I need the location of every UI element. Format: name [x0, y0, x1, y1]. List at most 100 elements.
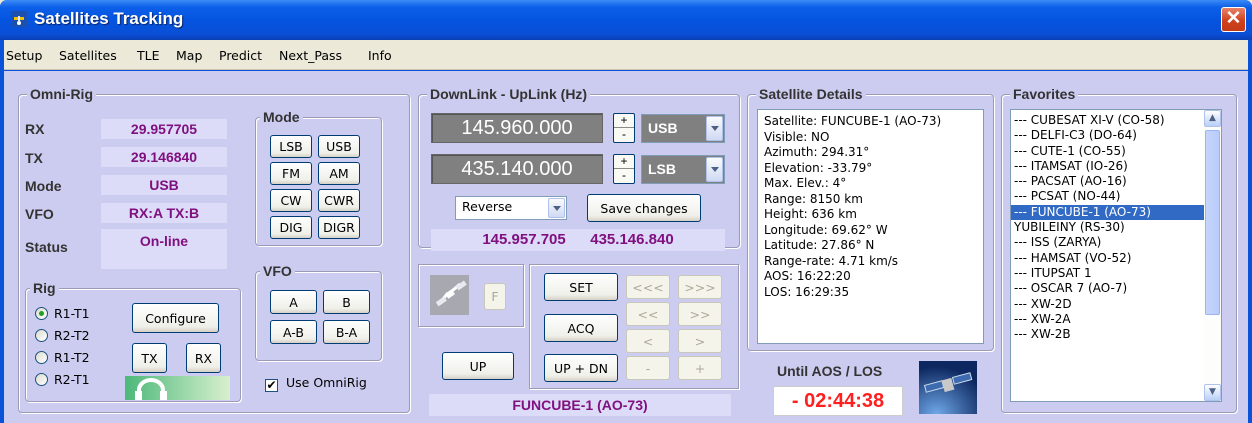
favorites-list-item[interactable]: --- ITAMSAT (IO-26) — [1011, 159, 1221, 174]
configure-button[interactable]: Configure — [132, 303, 219, 333]
vfo-b-button[interactable]: B — [323, 290, 370, 314]
favorites-list[interactable]: --- CUBESAT XI-V (CO-58) --- DELFI-C3 (DO… — [1010, 109, 1222, 402]
detail-range-rate: Range-rate: 4.71 km/s — [764, 253, 899, 268]
detail-latitude: Latitude: 27.86° N — [764, 238, 875, 252]
favorites-list-item[interactable]: --- FUNCUBE-1 (AO-73) — [1011, 204, 1221, 221]
mode-dig-button[interactable]: DIG — [270, 216, 312, 239]
save-changes-button[interactable]: Save changes — [587, 194, 701, 222]
acq-button[interactable]: ACQ — [544, 314, 618, 342]
favorites-list-item[interactable]: --- ISS (ZARYA) — [1011, 235, 1221, 250]
mode-usb-button[interactable]: USB — [318, 135, 360, 158]
set-button[interactable]: SET — [544, 273, 618, 301]
uplink-spinner[interactable]: + - — [613, 154, 635, 184]
chevron-down-icon[interactable] — [706, 116, 723, 141]
uplink-increment-button[interactable]: + — [614, 155, 634, 169]
favorites-list-item[interactable]: --- CUTE-1 (CO-55) — [1011, 144, 1221, 159]
scroll-up-icon[interactable]: ▲ — [1204, 110, 1221, 127]
downlink-increment-button[interactable]: + — [614, 114, 634, 128]
close-button[interactable]: ✕ — [1221, 7, 1246, 32]
favorites-list-item[interactable]: --- CUBESAT XI-V (CO-58) — [1011, 113, 1221, 128]
favorites-group: Favorites --- CUBESAT XI-V (CO-58) --- DE… — [1001, 86, 1237, 413]
favorites-list-item[interactable]: --- OSCAR 7 (AO-7) — [1011, 281, 1221, 296]
scroll-thumb[interactable] — [1205, 130, 1220, 315]
radio-icon[interactable] — [35, 373, 48, 386]
fast-rewind-button[interactable]: <<< — [626, 275, 670, 299]
up-dn-button[interactable]: UP + DN — [544, 354, 618, 382]
menu-info[interactable]: Info — [368, 48, 392, 63]
mode-cw-button[interactable]: CW — [270, 189, 312, 212]
rig-option-label: R2-T1 — [54, 372, 90, 387]
mode-label: Mode — [25, 178, 62, 194]
satellite-details-box: Satellite: FUNCUBE-1 (AO-73) Visible: NO… — [757, 109, 984, 344]
downlink-mode-select[interactable]: USB — [641, 114, 725, 143]
favorites-list-item[interactable]: --- PCSAT (NO-44) — [1011, 189, 1221, 204]
up-button[interactable]: UP — [442, 352, 514, 380]
direction-select[interactable]: Reverse — [455, 196, 567, 220]
tx-button[interactable]: TX — [132, 343, 167, 373]
vfo-a-b-button[interactable]: A-B — [270, 320, 317, 344]
favorites-list-item[interactable]: --- XW-2B — [1011, 327, 1221, 342]
mode-fm-button[interactable]: FM — [270, 162, 312, 185]
detail-aos: AOS: 16:22:20 — [764, 269, 851, 283]
vfo-b-a-button[interactable]: B-A — [323, 320, 370, 344]
rig-option-label: R2-T2 — [54, 328, 90, 343]
downlink-spinner[interactable]: + - — [613, 113, 635, 143]
downlink-mode-value: USB — [648, 120, 678, 136]
rig-option-r2t1[interactable]: R2-T1 — [35, 372, 90, 387]
chevron-down-icon[interactable] — [548, 198, 565, 218]
vfo-group-title: VFO — [260, 263, 295, 279]
favorites-list-item[interactable]: --- ITUPSAT 1 — [1011, 266, 1221, 281]
title-bar[interactable]: Satellites Tracking ✕ — [0, 0, 1252, 40]
app-window: Satellites Tracking ✕ Setup Satellites T… — [0, 0, 1252, 423]
menu-predict[interactable]: Predict — [219, 48, 262, 63]
menu-next-pass[interactable]: Next_Pass — [279, 48, 342, 63]
favorites-list-item[interactable]: --- DELFI-C3 (DO-64) — [1011, 128, 1221, 143]
radio-icon[interactable] — [35, 329, 48, 342]
window-title: Satellites Tracking — [34, 9, 184, 28]
favorites-list-item[interactable]: YUBILEINY (RS-30) — [1011, 220, 1221, 235]
use-omnirig-checkbox[interactable]: ✔ Use OmniRig — [265, 375, 367, 392]
plus-button[interactable]: + — [678, 356, 722, 380]
menu-setup[interactable]: Setup — [6, 48, 42, 63]
rx-button[interactable]: RX — [186, 343, 221, 373]
menu-satellites[interactable]: Satellites — [59, 48, 117, 63]
radio-icon[interactable] — [35, 351, 48, 364]
tx-value: 29.146840 — [101, 147, 227, 167]
checkbox-checked-icon[interactable]: ✔ — [265, 379, 278, 392]
f-button[interactable]: F — [484, 283, 506, 310]
mode-digr-button[interactable]: DIGR — [318, 216, 360, 239]
menu-map[interactable]: Map — [176, 48, 202, 63]
favorites-scrollbar[interactable]: ▲ ▼ — [1204, 110, 1221, 401]
downlink-decrement-button[interactable]: - — [614, 128, 634, 142]
downlink-frequency-display: 145.960.000 — [431, 113, 603, 143]
detail-longitude: Longitude: 69.62° W — [764, 222, 888, 237]
rig-option-r2t2[interactable]: R2-T2 — [35, 328, 90, 343]
mode-lsb-button[interactable]: LSB — [270, 135, 312, 158]
rig-option-r1t1[interactable]: R1-T1 — [35, 306, 90, 321]
favorites-list-item[interactable]: --- HAMSAT (VO-52) — [1011, 251, 1221, 266]
scroll-down-icon[interactable]: ▼ — [1204, 384, 1221, 401]
step-forward-button[interactable]: > — [678, 329, 722, 353]
forward-button[interactable]: >> — [678, 302, 722, 326]
satellite-icon[interactable] — [430, 275, 469, 315]
uplink-mode-select[interactable]: LSB — [641, 155, 725, 184]
menu-tle[interactable]: TLE — [137, 48, 160, 63]
favorites-list-item[interactable]: --- XW-2A — [1011, 312, 1221, 327]
favorites-list-item[interactable]: --- PACSAT (AO-16) — [1011, 174, 1221, 189]
mode-value: USB — [101, 175, 227, 195]
mode-cwr-button[interactable]: CWR — [318, 189, 360, 212]
rewind-button[interactable]: << — [626, 302, 670, 326]
radio-selected-icon[interactable] — [35, 307, 48, 320]
use-omnirig-label: Use OmniRig — [286, 375, 367, 390]
step-back-button[interactable]: < — [626, 329, 670, 353]
chevron-down-icon[interactable] — [706, 157, 723, 182]
rig-option-r1t2[interactable]: R1-T2 — [35, 350, 90, 365]
favorites-items: --- CUBESAT XI-V (CO-58) --- DELFI-C3 (DO… — [1011, 110, 1221, 342]
vfo-a-button[interactable]: A — [270, 290, 317, 314]
omni-rig-group: Omni-Rig RX 29.957705 TX 29.146840 Mode … — [18, 86, 410, 413]
fast-forward-button[interactable]: >>> — [678, 275, 722, 299]
uplink-decrement-button[interactable]: - — [614, 169, 634, 183]
favorites-list-item[interactable]: --- XW-2D — [1011, 297, 1221, 312]
mode-am-button[interactable]: AM — [318, 162, 360, 185]
minus-button[interactable]: - — [626, 356, 670, 380]
